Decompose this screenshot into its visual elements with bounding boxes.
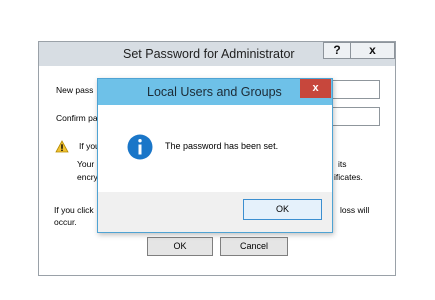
message-box-body: The password has been set. (98, 105, 332, 192)
message-box: Local Users and Groups x The password ha… (97, 78, 333, 233)
warning-text-right2: its (338, 159, 347, 169)
cancel-button[interactable]: Cancel (220, 237, 288, 256)
message-box-title: Local Users and Groups (147, 85, 282, 99)
warning-text-line2: Your (77, 159, 95, 169)
info-text-line1: If you click (54, 205, 94, 215)
new-password-label: New pass (56, 85, 94, 95)
message-box-titlebar[interactable]: Local Users and Groups x (98, 79, 332, 105)
info-icon (127, 134, 153, 160)
warning-text-line3: encry (77, 172, 98, 182)
close-button[interactable]: x (350, 42, 395, 59)
info-text-right1: loss will (340, 205, 370, 215)
ok-button[interactable]: OK (147, 237, 213, 256)
dialog-title: Set Password for Administrator (123, 47, 295, 61)
warning-icon (55, 140, 69, 153)
message-text: The password has been set. (165, 141, 279, 151)
warning-text-right3: ificates. (334, 172, 363, 182)
message-box-footer: OK (98, 192, 332, 232)
dialog-titlebar[interactable]: Set Password for Administrator ? x (39, 42, 395, 66)
message-ok-button[interactable]: OK (243, 199, 322, 220)
info-text-line2: occur. (54, 217, 77, 227)
message-box-close-button[interactable]: x (300, 79, 331, 98)
confirm-password-label: Confirm pa (56, 113, 98, 123)
help-button[interactable]: ? (323, 42, 351, 59)
